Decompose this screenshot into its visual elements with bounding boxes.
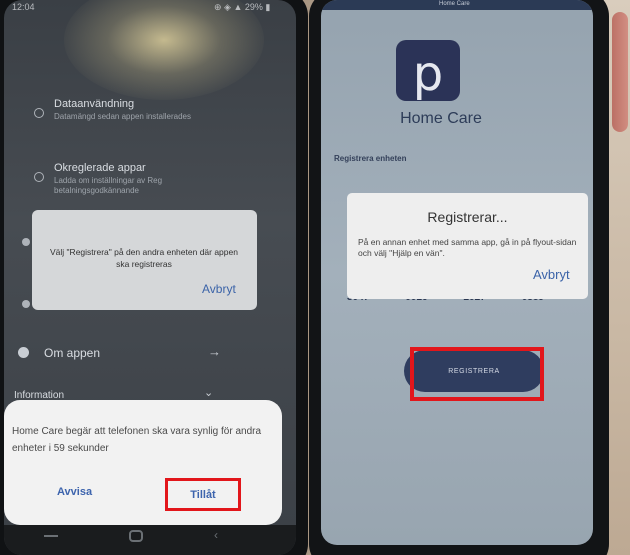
dialog-message: Välj "Registrera" på den andra enheten d… [50, 247, 238, 269]
header-text: Home Care [439, 1, 470, 7]
logo-letter: p [412, 46, 444, 102]
allow-button-label: Tillåt [190, 488, 216, 501]
about-label: Om appen [44, 346, 101, 360]
registering-dialog: Registrerar... På en annan enhet med sam… [347, 193, 588, 299]
app-header-bar: Home Care [321, 0, 593, 10]
highlight-frame [410, 347, 544, 401]
deny-button[interactable]: Avvisa [57, 486, 92, 498]
settings-item-subtitle: Datamängd sedan appen installerades [54, 112, 191, 121]
pen-object [612, 12, 628, 132]
settings-item-subtitle: Ladda om inställningar av Reg betalnings… [54, 176, 163, 195]
left-phone-screen: 12:04 ⊕ ◈ ▲ 29% ▮ Dataanvändning Datamän… [4, 0, 296, 555]
light-glare [64, 0, 264, 100]
app-logo: p [396, 40, 460, 102]
status-time: 12:04 [12, 2, 35, 12]
section-label: Registrera enheten [334, 154, 407, 163]
allow-button[interactable]: Tillåt [165, 478, 241, 511]
settings-item-data-usage[interactable]: Dataanvändning Datamängd sedan appen ins… [28, 98, 268, 128]
settings-item-unrestricted[interactable]: Okreglerade appar Ladda om inställningar… [28, 160, 268, 200]
settings-item-title: Dataanvändning [54, 98, 135, 110]
settings-item-about[interactable]: Om appen → [18, 344, 238, 364]
dialog-cancel-button[interactable]: Avbryt [202, 282, 236, 296]
settings-item-title: Okreglerade appar [54, 162, 146, 174]
dialog-cancel-button[interactable]: Avbryt [533, 267, 570, 282]
battery-icon [34, 172, 44, 182]
app-title: Home Care [400, 110, 482, 127]
home-icon[interactable] [129, 530, 143, 542]
permission-message: Home Care begär att telefonen ska vara s… [12, 426, 262, 454]
dialog-message: På en annan enhet med samma app, gå in p… [358, 237, 577, 258]
info-icon [18, 347, 29, 358]
chevron-down-icon: ⌄ [204, 387, 214, 399]
data-usage-icon [34, 108, 44, 118]
settings-bullet [22, 300, 30, 308]
visibility-permission-sheet: Home Care begär att telefonen ska vara s… [4, 400, 282, 525]
back-icon[interactable]: ‹ [214, 528, 218, 542]
register-instruction-dialog: Välj "Registrera" på den andra enheten d… [32, 210, 257, 310]
status-icons: ⊕ ◈ ▲ 29% ▮ [214, 2, 271, 12]
arrow-right-icon: → [208, 344, 221, 359]
right-phone-screen: Home Care p Home Care Registrera enheten… [321, 0, 593, 545]
dialog-title: Registrerar... [427, 209, 508, 225]
system-navigation-bar: ‹ [4, 525, 296, 555]
recents-icon[interactable] [44, 535, 58, 537]
settings-bullet [22, 238, 30, 246]
